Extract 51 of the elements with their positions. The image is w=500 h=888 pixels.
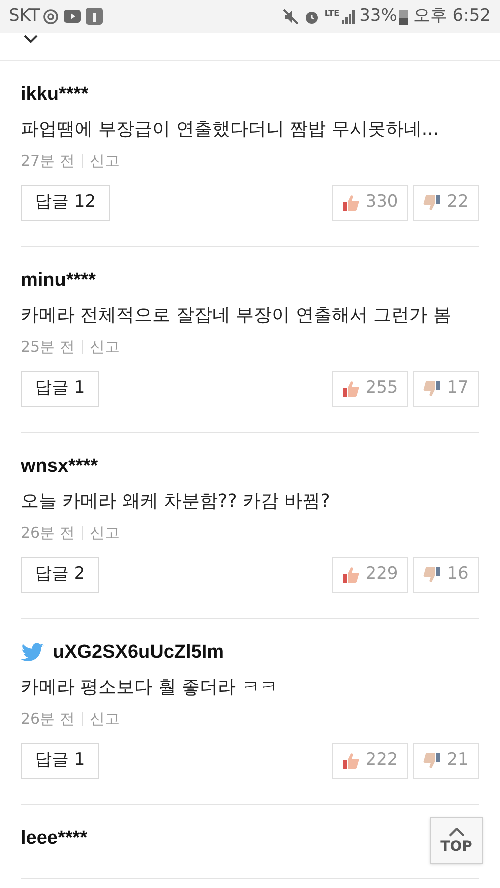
comment-text: 카메라 평소보다 훨 좋더라 ㅋㅋ	[21, 676, 279, 700]
reply-button[interactable]: 답글 1	[21, 743, 100, 779]
comment-text: 카메라 전체적으로 잘잡네 부장이 연출해서 그런가 봄	[21, 304, 452, 328]
bird-icon	[21, 643, 45, 663]
signal-icon	[342, 10, 356, 24]
report-link[interactable]: 신고	[90, 522, 120, 544]
username[interactable]: leee****	[21, 824, 88, 854]
comment-time: 25분 전	[21, 336, 75, 358]
report-link[interactable]: 신고	[90, 336, 120, 358]
comment-text: 오늘 카메라 왜케 차분함?? 카감 바뀜?	[21, 490, 332, 514]
thumbs-down-icon	[423, 380, 442, 398]
mute-icon	[282, 8, 299, 24]
chevron-down-icon[interactable]	[24, 35, 38, 43]
reply-button[interactable]: 답글 1	[21, 371, 100, 407]
reply-button[interactable]: 답글 2	[21, 557, 100, 593]
thumbs-up-icon	[342, 380, 360, 398]
reply-button[interactable]: 답글 12	[21, 185, 110, 221]
comment-text: 파업땜에 부장급이 연출했다더니 짬밥 무시못하네...	[21, 118, 440, 142]
sync-icon	[43, 8, 60, 24]
battery-icon	[399, 8, 408, 24]
username[interactable]: minu****	[21, 266, 96, 296]
thumbs-down-icon	[423, 566, 442, 584]
like-button[interactable]: 330	[332, 185, 408, 221]
like-button[interactable]: 229	[332, 557, 408, 593]
app-icon	[86, 8, 104, 25]
dislike-button[interactable]: 16	[413, 557, 479, 593]
like-button[interactable]: 222	[332, 743, 408, 779]
battery-text: 33%	[360, 4, 398, 28]
comment-time: 27분 전	[21, 150, 75, 172]
dislike-button[interactable]: 21	[413, 743, 479, 779]
thumbs-up-icon	[342, 566, 360, 584]
username[interactable]: wnsx****	[21, 452, 98, 482]
report-link[interactable]: 신고	[90, 150, 120, 172]
thumbs-up-icon	[342, 752, 360, 770]
carrier-text: SKT	[9, 4, 40, 28]
comment-time: 26분 전	[21, 708, 75, 730]
dislike-button[interactable]: 17	[413, 371, 479, 407]
thumbs-down-icon	[423, 752, 442, 770]
username[interactable]: uXG2SX6uUcZl5Im	[53, 638, 224, 668]
like-button[interactable]: 255	[332, 371, 408, 407]
chevron-up-icon	[448, 828, 464, 836]
thumbs-up-icon	[342, 194, 360, 212]
video-icon	[64, 10, 82, 23]
network-text: LTE	[324, 8, 340, 20]
thumbs-down-icon	[423, 194, 442, 212]
comment-time: 26분 전	[21, 522, 75, 544]
dislike-button[interactable]: 22	[413, 185, 479, 221]
clock-text: 오후 6:52	[413, 4, 491, 28]
report-link[interactable]: 신고	[90, 708, 120, 730]
scroll-to-top-button[interactable]: TOP	[430, 817, 483, 864]
username[interactable]: ikku****	[21, 80, 89, 110]
